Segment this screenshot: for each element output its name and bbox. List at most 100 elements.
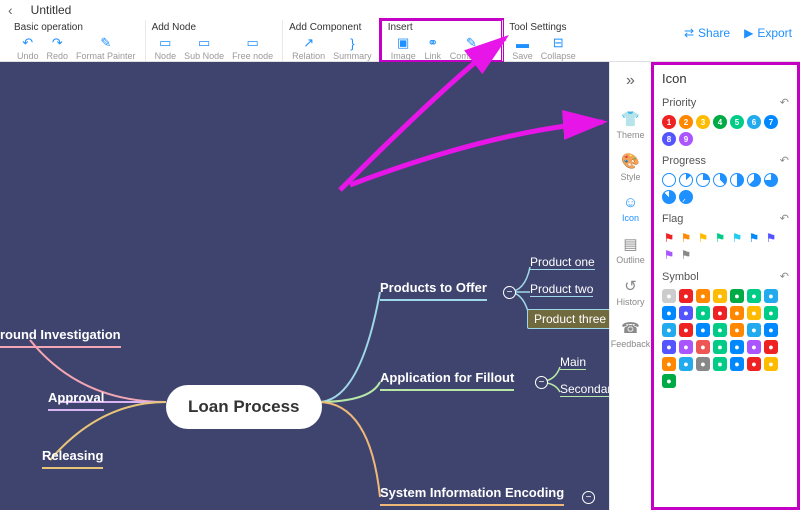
flag-3[interactable]: ⚑ <box>713 231 727 245</box>
progress-2[interactable] <box>696 173 710 187</box>
progress-8[interactable]: ✓ <box>679 190 693 204</box>
progress-1[interactable] <box>679 173 693 187</box>
share-button[interactable]: ⇄Share <box>684 26 730 40</box>
undo-icon[interactable]: ↶ <box>780 270 789 283</box>
symbol-28[interactable]: ● <box>662 357 676 371</box>
priority-8[interactable]: 8 <box>662 132 676 146</box>
priority-4[interactable]: 4 <box>713 115 727 129</box>
flag-8[interactable]: ⚑ <box>679 248 693 262</box>
symbol-19[interactable]: ● <box>747 323 761 337</box>
doc-title[interactable]: Untitled <box>31 3 72 17</box>
symbol-20[interactable]: ● <box>764 323 778 337</box>
symbol-13[interactable]: ● <box>764 306 778 320</box>
priority-9[interactable]: 9 <box>679 132 693 146</box>
progress-5[interactable] <box>747 173 761 187</box>
node-left-1[interactable]: Approval <box>48 390 104 411</box>
symbol-18[interactable]: ● <box>730 323 744 337</box>
progress-3[interactable] <box>713 173 727 187</box>
side-outline-button[interactable]: ▤Outline <box>616 235 645 265</box>
symbol-0[interactable]: ● <box>662 289 676 303</box>
symbol-32[interactable]: ● <box>730 357 744 371</box>
priority-1[interactable]: 1 <box>662 115 676 129</box>
symbol-23[interactable]: ● <box>696 340 710 354</box>
symbol-25[interactable]: ● <box>730 340 744 354</box>
symbol-14[interactable]: ● <box>662 323 676 337</box>
symbol-21[interactable]: ● <box>662 340 676 354</box>
priority-3[interactable]: 3 <box>696 115 710 129</box>
symbol-9[interactable]: ● <box>696 306 710 320</box>
flag-0[interactable]: ⚑ <box>662 231 676 245</box>
symbol-17[interactable]: ● <box>713 323 727 337</box>
symbol-6[interactable]: ● <box>764 289 778 303</box>
back-button[interactable]: ‹ <box>8 2 13 18</box>
undo-icon[interactable]: ↶ <box>780 212 789 225</box>
collapse-icon[interactable]: − <box>535 376 548 389</box>
symbol-29[interactable]: ● <box>679 357 693 371</box>
symbol-22[interactable]: ● <box>679 340 693 354</box>
flag-7[interactable]: ⚑ <box>662 248 676 262</box>
symbol-1[interactable]: ● <box>679 289 693 303</box>
side-style-button[interactable]: 🎨Style <box>620 152 640 182</box>
symbol-5[interactable]: ● <box>747 289 761 303</box>
symbol-26[interactable]: ● <box>747 340 761 354</box>
progress-6[interactable] <box>764 173 778 187</box>
leaf[interactable]: Main <box>560 355 586 370</box>
symbol-3[interactable]: ● <box>713 289 727 303</box>
relation-button[interactable]: ↗Relation <box>289 35 328 61</box>
link-button[interactable]: ⚭Link <box>421 35 445 61</box>
side-theme-button[interactable]: 👕Theme <box>616 110 644 140</box>
leaf-selected[interactable]: Product three <box>527 309 609 329</box>
mindmap-canvas[interactable]: Loan Process round Investigation Approva… <box>0 62 609 510</box>
format-painter-button[interactable]: ✎Format Painter <box>73 35 139 61</box>
collapse-panel-button[interactable]: » <box>626 72 635 90</box>
node-left-2[interactable]: Releasing <box>42 448 103 469</box>
flag-6[interactable]: ⚑ <box>764 231 778 245</box>
redo-button[interactable]: ↷Redo <box>44 35 72 61</box>
leaf[interactable]: Product two <box>530 282 593 297</box>
progress-4[interactable] <box>730 173 744 187</box>
progress-7[interactable] <box>662 190 676 204</box>
flag-1[interactable]: ⚑ <box>679 231 693 245</box>
symbol-24[interactable]: ● <box>713 340 727 354</box>
symbol-34[interactable]: ● <box>764 357 778 371</box>
symbol-27[interactable]: ● <box>764 340 778 354</box>
flag-4[interactable]: ⚑ <box>730 231 744 245</box>
priority-2[interactable]: 2 <box>679 115 693 129</box>
undo-icon[interactable]: ↶ <box>780 96 789 109</box>
symbol-31[interactable]: ● <box>713 357 727 371</box>
collapse-icon[interactable]: − <box>503 286 516 299</box>
leaf[interactable]: Product one <box>530 255 595 270</box>
undo-icon[interactable]: ↶ <box>780 154 789 167</box>
node-left-0[interactable]: round Investigation <box>0 327 121 348</box>
node-right-0[interactable]: Products to Offer <box>380 280 487 301</box>
summary-button[interactable]: }Summary <box>330 35 375 61</box>
symbol-2[interactable]: ● <box>696 289 710 303</box>
priority-5[interactable]: 5 <box>730 115 744 129</box>
node-right-1[interactable]: Application for Fillout <box>380 370 514 391</box>
comments-button[interactable]: ✎Comments <box>447 35 497 61</box>
leaf[interactable]: Secondary <box>560 382 609 397</box>
priority-6[interactable]: 6 <box>747 115 761 129</box>
symbol-35[interactable]: ● <box>662 374 676 388</box>
undo-button[interactable]: ↶Undo <box>14 35 42 61</box>
flag-5[interactable]: ⚑ <box>747 231 761 245</box>
progress-0[interactable] <box>662 173 676 187</box>
node-right-2[interactable]: System Information Encoding <box>380 485 564 506</box>
symbol-11[interactable]: ● <box>730 306 744 320</box>
flag-2[interactable]: ⚑ <box>696 231 710 245</box>
side-history-button[interactable]: ↺History <box>616 277 644 307</box>
node-button[interactable]: ▭Node <box>152 35 180 61</box>
export-button[interactable]: ▶Export <box>744 26 792 40</box>
symbol-30[interactable]: ● <box>696 357 710 371</box>
symbol-7[interactable]: ● <box>662 306 676 320</box>
side-icon-button[interactable]: ☺Icon <box>622 194 639 223</box>
symbol-10[interactable]: ● <box>713 306 727 320</box>
side-feedback-button[interactable]: ☎Feedback <box>611 319 651 349</box>
sub-node-button[interactable]: ▭Sub Node <box>181 35 227 61</box>
symbol-33[interactable]: ● <box>747 357 761 371</box>
symbol-12[interactable]: ● <box>747 306 761 320</box>
collapse-button[interactable]: ⊟Collapse <box>538 35 579 61</box>
center-node[interactable]: Loan Process <box>166 385 322 429</box>
symbol-4[interactable]: ● <box>730 289 744 303</box>
collapse-icon[interactable]: − <box>582 491 595 504</box>
